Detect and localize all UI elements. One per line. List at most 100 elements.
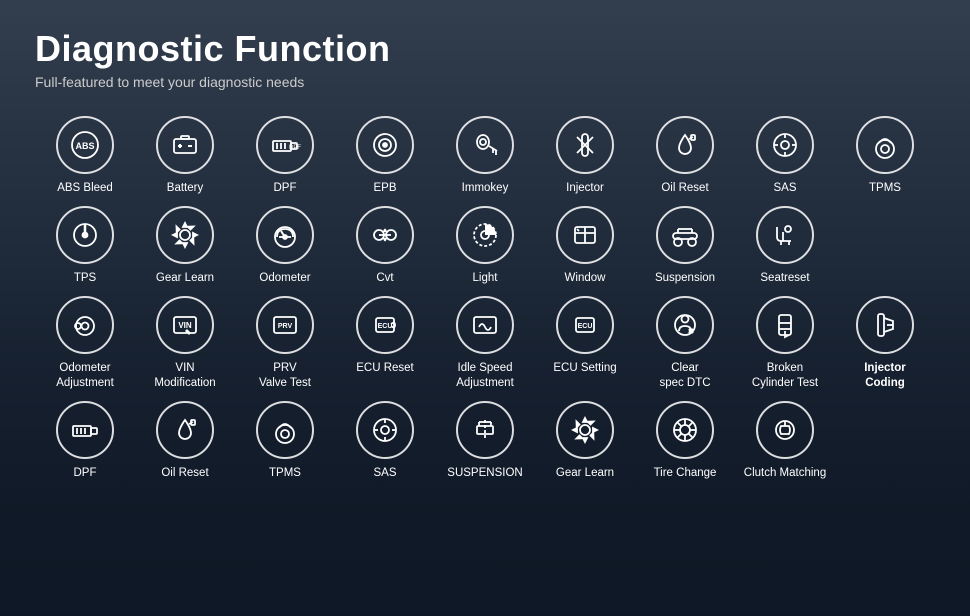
- window-label: Window: [565, 271, 606, 286]
- svg-text:ECU: ECU: [578, 323, 593, 330]
- injector-coding-label: InjectorCoding: [864, 361, 906, 391]
- oil-reset-label: Oil Reset: [661, 181, 708, 196]
- gear-learn-2-label: Gear Learn: [556, 466, 614, 481]
- ecu-setting-label: ECU Setting: [553, 361, 616, 376]
- item-dpf[interactable]: DPF DPF: [235, 112, 335, 200]
- item-gear-learn-2[interactable]: Gear Learn: [535, 397, 635, 485]
- item-abs-bleed[interactable]: ABS ABS Bleed: [35, 112, 135, 200]
- clear-dtc-icon: [656, 296, 714, 354]
- item-tps[interactable]: TPS: [35, 202, 135, 290]
- abs-bleed-label: ABS Bleed: [57, 181, 113, 196]
- broken-cyl-icon: [756, 296, 814, 354]
- suspension-2-icon: [456, 401, 514, 459]
- oil-reset-icon: [656, 116, 714, 174]
- item-empty-1: [835, 202, 935, 290]
- battery-icon: [156, 116, 214, 174]
- item-tire-change[interactable]: Tire Change: [635, 397, 735, 485]
- tps-label: TPS: [74, 271, 96, 286]
- prv-icon: PRV: [256, 296, 314, 354]
- svg-text:VIN: VIN: [178, 321, 192, 330]
- page-subtitle: Full-featured to meet your diagnostic ne…: [35, 74, 935, 90]
- oil-reset-2-icon: [156, 401, 214, 459]
- seatreset-label: Seatreset: [760, 271, 809, 286]
- item-epb[interactable]: EPB: [335, 112, 435, 200]
- item-light[interactable]: Light: [435, 202, 535, 290]
- item-odometer[interactable]: Odometer: [235, 202, 335, 290]
- injector-icon: [556, 116, 614, 174]
- tpms-2-icon: [256, 401, 314, 459]
- prv-label: PRVValve Test: [259, 361, 311, 391]
- tire-change-label: Tire Change: [654, 466, 717, 481]
- item-tpms[interactable]: TPMS: [835, 112, 935, 200]
- icon-grid-row1: ABS ABS Bleed Battery: [35, 112, 935, 200]
- item-vin-mod[interactable]: VIN VINModification: [135, 292, 235, 395]
- item-ecu-setting[interactable]: ECU ECU Setting: [535, 292, 635, 395]
- item-suspension[interactable]: Suspension: [635, 202, 735, 290]
- injector-label: Injector: [566, 181, 604, 196]
- vin-mod-label: VINModification: [154, 361, 215, 391]
- icon-grid-row2: TPS Gear Learn: [35, 202, 935, 290]
- item-idle-speed[interactable]: Idle SpeedAdjustment: [435, 292, 535, 395]
- item-sas[interactable]: SAS: [735, 112, 835, 200]
- sas-label: SAS: [773, 181, 796, 196]
- window-icon: [556, 206, 614, 264]
- suspension-icon: [656, 206, 714, 264]
- item-broken-cyl[interactable]: BrokenCylinder Test: [735, 292, 835, 395]
- epb-icon: [356, 116, 414, 174]
- icon-grid-row3: OdometerAdjustment VIN VINModification P…: [35, 292, 935, 395]
- light-icon: [456, 206, 514, 264]
- svg-text:ABS: ABS: [75, 141, 94, 151]
- ecu-reset-label: ECU Reset: [356, 361, 414, 376]
- tps-icon: [56, 206, 114, 264]
- oil-reset-2-label: Oil Reset: [161, 466, 208, 481]
- svg-text:DPF: DPF: [289, 145, 301, 151]
- item-injector-coding[interactable]: InjectorCoding: [835, 292, 935, 395]
- item-injector[interactable]: Injector: [535, 112, 635, 200]
- immokey-label: Immokey: [462, 181, 509, 196]
- item-battery[interactable]: Battery: [135, 112, 235, 200]
- light-label: Light: [473, 271, 498, 286]
- sas-2-icon: [356, 401, 414, 459]
- item-prv[interactable]: PRV PRVValve Test: [235, 292, 335, 395]
- seatreset-icon: [756, 206, 814, 264]
- item-suspension-2[interactable]: SUSPENSION: [435, 397, 535, 485]
- item-seatreset[interactable]: Seatreset: [735, 202, 835, 290]
- item-gear-learn[interactable]: Gear Learn: [135, 202, 235, 290]
- item-ecu-reset[interactable]: ECU ECU Reset: [335, 292, 435, 395]
- epb-label: EPB: [373, 181, 396, 196]
- item-oil-reset-2[interactable]: Oil Reset: [135, 397, 235, 485]
- item-odometer-adj[interactable]: OdometerAdjustment: [35, 292, 135, 395]
- ecu-reset-icon: ECU: [356, 296, 414, 354]
- item-clutch-matching[interactable]: Clutch Matching: [735, 397, 835, 485]
- ecu-setting-icon: ECU: [556, 296, 614, 354]
- odometer-adj-label: OdometerAdjustment: [56, 361, 114, 391]
- battery-label: Battery: [167, 181, 203, 196]
- injector-coding-icon: [856, 296, 914, 354]
- sas-icon: [756, 116, 814, 174]
- item-window[interactable]: Window: [535, 202, 635, 290]
- broken-cyl-label: BrokenCylinder Test: [752, 361, 818, 391]
- item-oil-reset[interactable]: Oil Reset: [635, 112, 735, 200]
- dpf-2-icon: [56, 401, 114, 459]
- clutch-matching-icon: [756, 401, 814, 459]
- item-immokey[interactable]: Immokey: [435, 112, 535, 200]
- item-clear-dtc[interactable]: Clearspec DTC: [635, 292, 735, 395]
- item-sas-2[interactable]: SAS: [335, 397, 435, 485]
- clear-dtc-label: Clearspec DTC: [659, 361, 710, 391]
- dpf-icon: DPF: [256, 116, 314, 174]
- odometer-label: Odometer: [259, 271, 310, 286]
- tpms-label: TPMS: [869, 181, 901, 196]
- immokey-icon: [456, 116, 514, 174]
- svg-text:PRV: PRV: [278, 323, 293, 330]
- vin-mod-icon: VIN: [156, 296, 214, 354]
- svg-text:ECU: ECU: [378, 323, 393, 330]
- tpms-2-label: TPMS: [269, 466, 301, 481]
- dpf-label: DPF: [274, 181, 297, 196]
- gear-learn-icon: [156, 206, 214, 264]
- item-tpms-2[interactable]: TPMS: [235, 397, 335, 485]
- item-empty-2: [835, 397, 935, 485]
- item-cvt[interactable]: Cvt: [335, 202, 435, 290]
- item-dpf-2[interactable]: DPF: [35, 397, 135, 485]
- abs-bleed-icon: ABS: [56, 116, 114, 174]
- idle-speed-label: Idle SpeedAdjustment: [456, 361, 514, 391]
